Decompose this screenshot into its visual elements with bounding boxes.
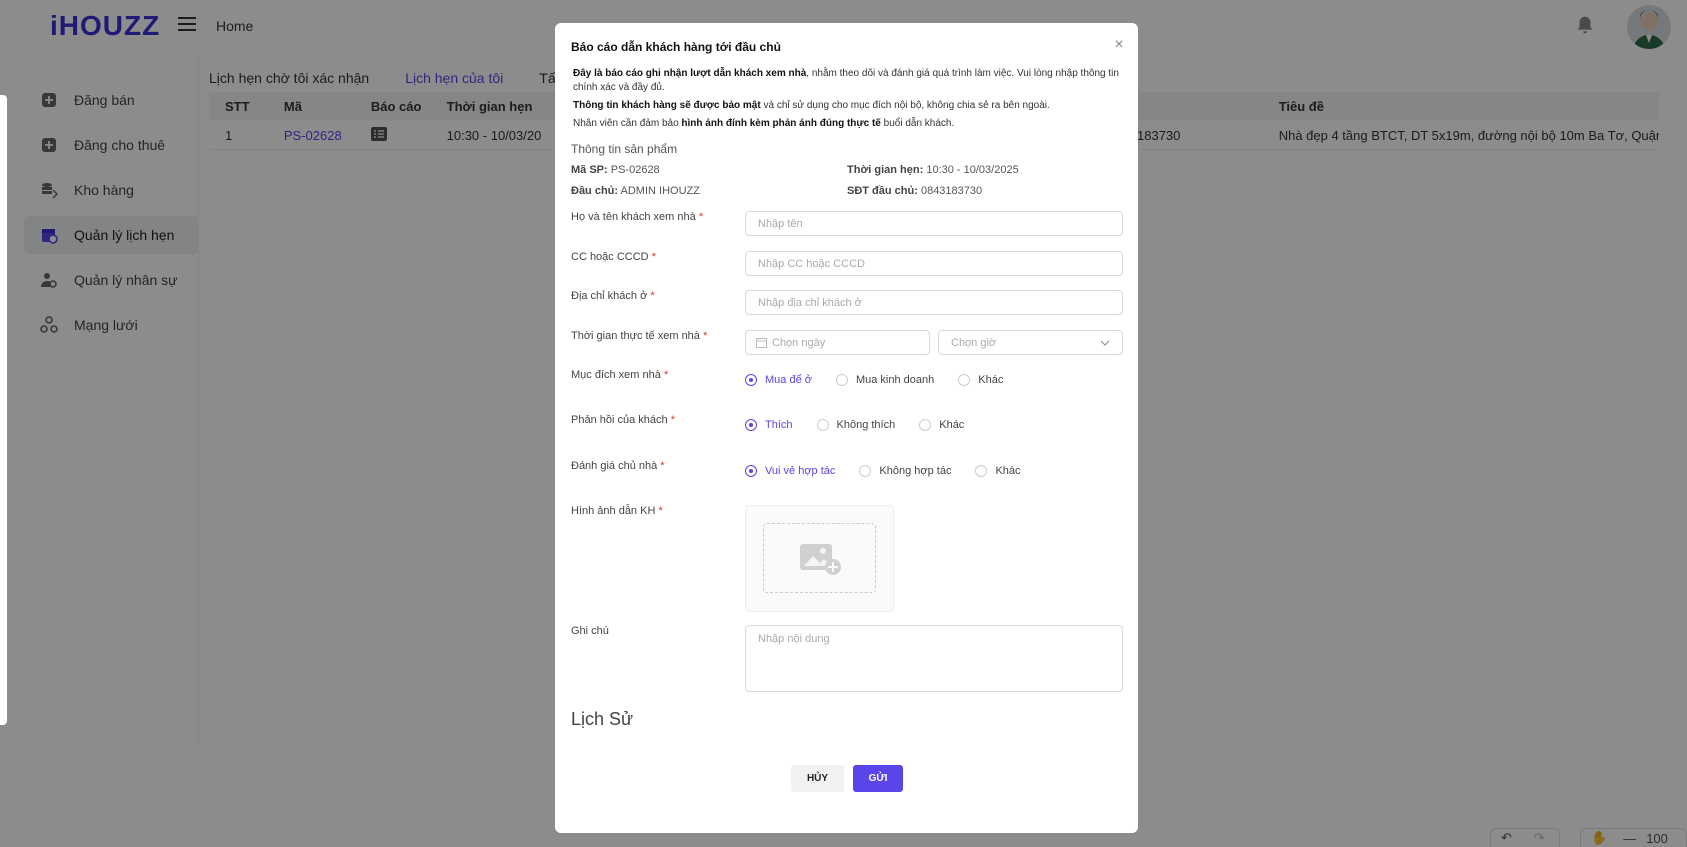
time-select[interactable]: Chọn giờ: [938, 330, 1123, 355]
required-mark: *: [658, 505, 663, 517]
purpose-option-live[interactable]: Mua để ở: [745, 374, 812, 386]
radio-label: Khác: [978, 374, 1004, 386]
feedback-label-text: Phản hồi của khách: [571, 414, 668, 426]
radio-dot: [816, 419, 829, 431]
purpose-option-other[interactable]: Khác: [958, 374, 1003, 386]
owner-name: Đầu chủ: ADMIN IHOUZZ: [571, 185, 700, 197]
date-placeholder: Chọn ngày: [772, 336, 826, 349]
address-label-text: Địa chỉ khách ở: [571, 290, 648, 302]
actual-time-label: Thời gian thực tế xem nhà *: [571, 330, 707, 342]
radio-label: Khác: [995, 465, 1021, 477]
radio-dot: [835, 374, 848, 386]
radio-label: Không thích: [836, 419, 896, 431]
appointment-time-label: Thời gian hẹn:: [847, 164, 924, 176]
radio-dot: [958, 374, 971, 386]
owner-name-label: Đầu chủ:: [571, 185, 619, 197]
product-section-title: Thông tin sản phẩm: [571, 142, 678, 156]
close-icon[interactable]: ×: [1111, 37, 1127, 53]
required-mark: *: [702, 330, 708, 342]
radio-dot: [745, 374, 757, 386]
upload-dropzone[interactable]: [763, 523, 876, 593]
product-code-value: PS-02628: [610, 164, 660, 176]
cccd-label: CC hoặc CCCD *: [571, 251, 656, 263]
radio-label: Vui vẻ hợp tác: [765, 465, 836, 477]
required-mark: *: [651, 251, 656, 263]
owner-option-cooperative[interactable]: Vui vẻ hợp tác: [745, 465, 835, 477]
report-modal: Báo cáo dẫn khách hàng tới đầu chủ × Đây…: [555, 23, 1138, 833]
purpose-label: Mục đích xem nhà *: [571, 369, 668, 381]
radio-label: Thích: [765, 419, 793, 431]
image-label: Hình ảnh dẫn KH *: [571, 505, 663, 517]
note-textarea[interactable]: Nhập nội dung: [745, 625, 1123, 692]
owner-option-other[interactable]: Khác: [975, 465, 1021, 477]
notice-line3-pre: Nhân viên cần đảm bảo: [573, 118, 682, 129]
owner-name-value: ADMIN IHOUZZ: [620, 185, 700, 197]
time-placeholder: Chọn giờ: [951, 336, 997, 349]
notice-line2: và chỉ sử dụng cho mục đích nội bộ, khôn…: [760, 100, 1050, 111]
address-input[interactable]: Nhập địa chỉ khách ở: [745, 290, 1123, 315]
history-title: Lịch Sử: [571, 709, 634, 729]
radio-dot: [745, 465, 757, 477]
notice-line1-bold: Đây là báo cáo ghi nhận lượt dẫn khách x…: [573, 68, 807, 79]
calendar-icon: [756, 338, 767, 348]
owner-phone-label: SĐT đầu chủ:: [847, 185, 918, 197]
cccd-label-text: CC hoặc CCCD: [571, 251, 649, 263]
name-label-text: Họ và tên khách xem nhà: [571, 211, 696, 223]
feedback-option-like[interactable]: Thích: [745, 419, 793, 431]
owner-phone-value: 0843183730: [920, 185, 983, 197]
actual-time-label-text: Thời gian thực tế xem nhà: [571, 330, 700, 342]
required-mark: *: [698, 211, 704, 223]
modal-title: Báo cáo dẫn khách hàng tới đầu chủ: [571, 40, 781, 54]
notice-line3: buổi dẫn khách.: [880, 118, 955, 129]
feedback-radio-group: Thích Không thích Khác: [745, 419, 988, 431]
purpose-radio-group: Mua để ở Mua kinh doanh Khác: [745, 374, 1027, 386]
radio-label: Mua để ở: [765, 374, 812, 386]
owner-rating-label: Đánh giá chủ nhà *: [571, 460, 665, 472]
cccd-input[interactable]: Nhập CC hoặc CCCD: [745, 251, 1123, 276]
feedback-option-other[interactable]: Khác: [919, 419, 964, 431]
required-mark: *: [650, 290, 655, 302]
radio-dot: [975, 465, 988, 477]
notice-text: Đây là báo cáo ghi nhận lượt dẫn khách x…: [573, 67, 1125, 135]
radio-dot: [745, 419, 757, 431]
required-mark: *: [670, 414, 675, 426]
required-mark: *: [660, 460, 665, 472]
drawer-edge: [0, 95, 7, 725]
address-label: Địa chỉ khách ở *: [571, 290, 655, 302]
name-label: Họ và tên khách xem nhà *: [571, 211, 703, 223]
add-image-icon: [799, 544, 841, 575]
product-code: Mã SP: PS-02628: [571, 164, 660, 176]
owner-rating-label-text: Đánh giá chủ nhà: [571, 460, 658, 472]
customer-name-input[interactable]: Nhập tên: [745, 211, 1123, 236]
required-mark: *: [663, 369, 669, 381]
owner-phone: SĐT đầu chủ: 0843183730: [847, 185, 982, 197]
radio-label: Mua kinh doanh: [855, 374, 935, 386]
product-code-label: Mã SP:: [571, 164, 608, 176]
appointment-time: Thời gian hẹn: 10:30 - 10/03/2025: [847, 164, 1019, 176]
radio-dot: [859, 465, 872, 477]
purpose-label-text: Mục đích xem nhà: [571, 369, 661, 381]
feedback-option-dislike[interactable]: Không thích: [816, 419, 896, 431]
radio-label: Không hợp tác: [879, 465, 952, 477]
purpose-option-business[interactable]: Mua kinh doanh: [835, 374, 935, 386]
owner-option-uncooperative[interactable]: Không hợp tác: [859, 465, 951, 477]
image-upload[interactable]: [745, 505, 894, 612]
radio-dot: [919, 419, 932, 431]
chevron-down-icon: [1100, 340, 1110, 346]
owner-rating-radio-group: Vui vẻ hợp tác Không hợp tác Khác: [745, 465, 1045, 477]
image-label-text: Hình ảnh dẫn KH: [571, 505, 656, 517]
submit-button[interactable]: GỬI: [853, 765, 903, 792]
notice-line3-bold: hình ảnh đính kèm phản ánh đúng thực tế: [681, 118, 881, 129]
notice-line2-bold: Thông tin khách hàng sẽ được bảo mật: [573, 100, 761, 111]
feedback-label: Phản hồi của khách *: [571, 414, 675, 426]
appointment-time-value: 10:30 - 10/03/2025: [926, 164, 1019, 176]
date-picker[interactable]: Chọn ngày: [745, 330, 930, 355]
cancel-button[interactable]: HỦY: [791, 765, 844, 792]
radio-label: Khác: [939, 419, 965, 431]
note-label: Ghi chú: [571, 625, 609, 637]
